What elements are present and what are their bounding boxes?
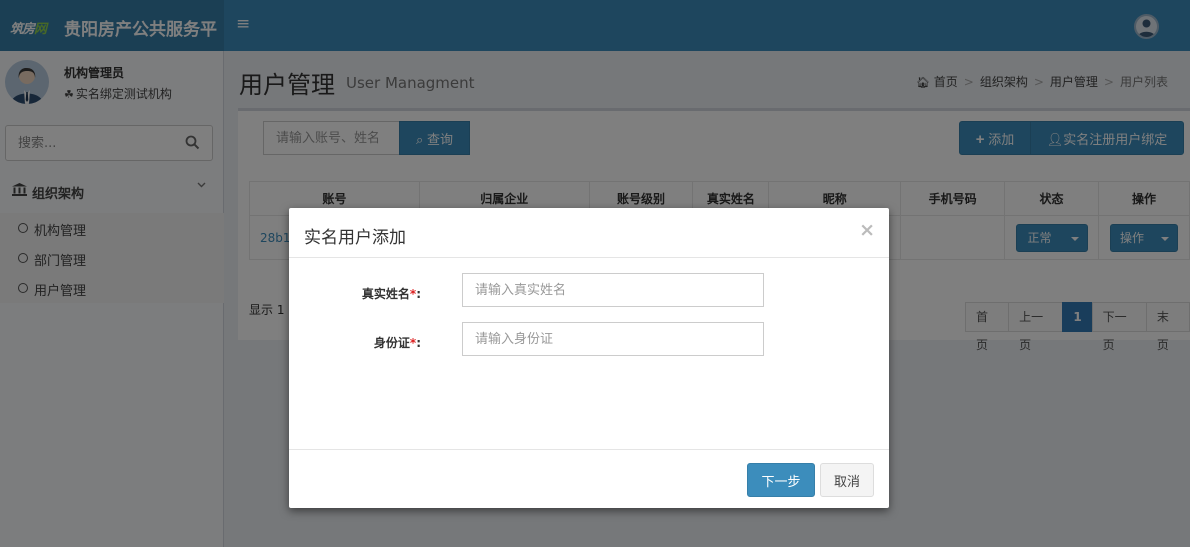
modal-title: 实名用户添加 [304,228,406,248]
realname-label: 真实姓名*: [281,285,421,302]
label-colon: : [416,336,421,350]
close-icon[interactable]: × [859,219,875,241]
realname-add-modal: 实名用户添加 × 真实姓名*: 身份证*: 下一步 取消 [289,208,889,508]
modal-footer: 下一步 取消 [289,449,889,508]
realname-label-text: 真实姓名 [361,287,410,301]
idcard-input[interactable] [462,322,764,356]
label-colon: : [416,287,421,301]
idcard-label: 身份证*: [281,334,421,351]
realname-input[interactable] [462,273,764,307]
idcard-label-text: 身份证 [373,336,410,350]
modal-header: 实名用户添加 × [289,208,889,258]
next-step-button[interactable]: 下一步 [747,463,815,497]
cancel-button[interactable]: 取消 [820,463,874,497]
